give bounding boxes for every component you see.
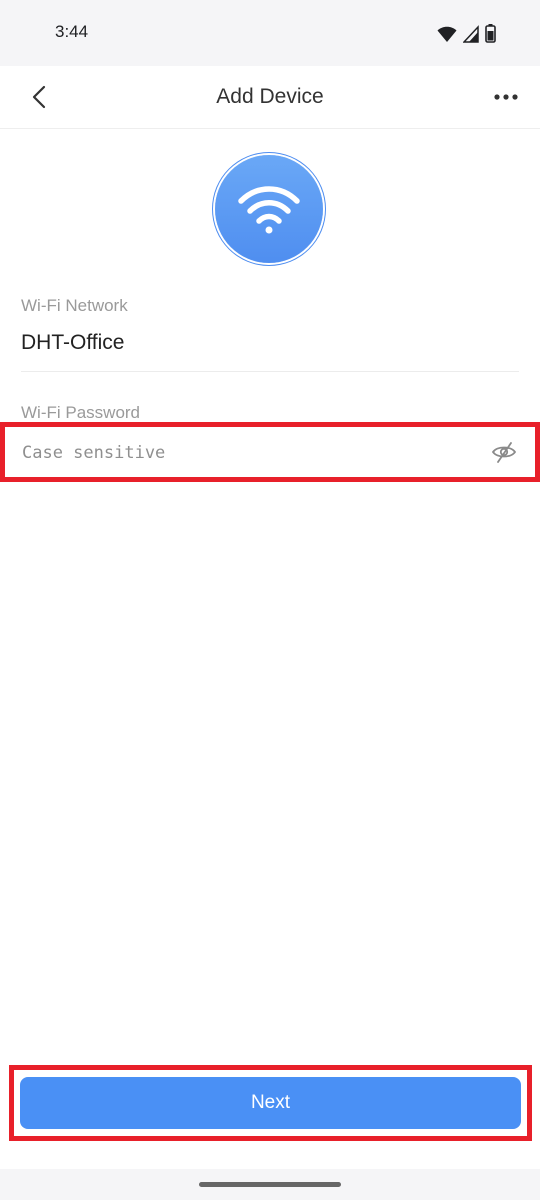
- more-options-button[interactable]: [488, 80, 524, 114]
- network-name-field[interactable]: DHT-Office: [21, 331, 124, 355]
- status-time: 3:44: [55, 22, 89, 41]
- eye-off-icon: [491, 442, 517, 463]
- password-field-container: [0, 422, 540, 482]
- field-divider: [21, 371, 519, 372]
- network-label: Wi-Fi Network: [21, 296, 128, 315]
- home-gesture-handle[interactable]: [199, 1182, 341, 1187]
- status-bar: 3:44: [0, 0, 540, 66]
- more-horizontal-icon: [494, 94, 518, 100]
- system-nav-bar: [0, 1169, 540, 1200]
- toggle-password-visibility-button[interactable]: [489, 437, 519, 467]
- next-button[interactable]: Next: [20, 1077, 521, 1129]
- signal-icon: [462, 24, 479, 48]
- password-label: Wi-Fi Password: [21, 403, 141, 422]
- password-input[interactable]: [20, 437, 484, 469]
- add-device-screen: 3:44 Add Device Wi-Fi Network DHT-Office…: [0, 0, 540, 1200]
- wifi-icon: [437, 25, 457, 48]
- wifi-hero: [215, 155, 323, 263]
- battery-icon: [485, 24, 496, 48]
- page-title: Add Device: [216, 85, 324, 108]
- status-icons: [437, 24, 496, 48]
- app-header: Add Device: [0, 66, 540, 129]
- wifi-icon: [238, 186, 300, 234]
- next-button-highlight: Next: [9, 1065, 532, 1141]
